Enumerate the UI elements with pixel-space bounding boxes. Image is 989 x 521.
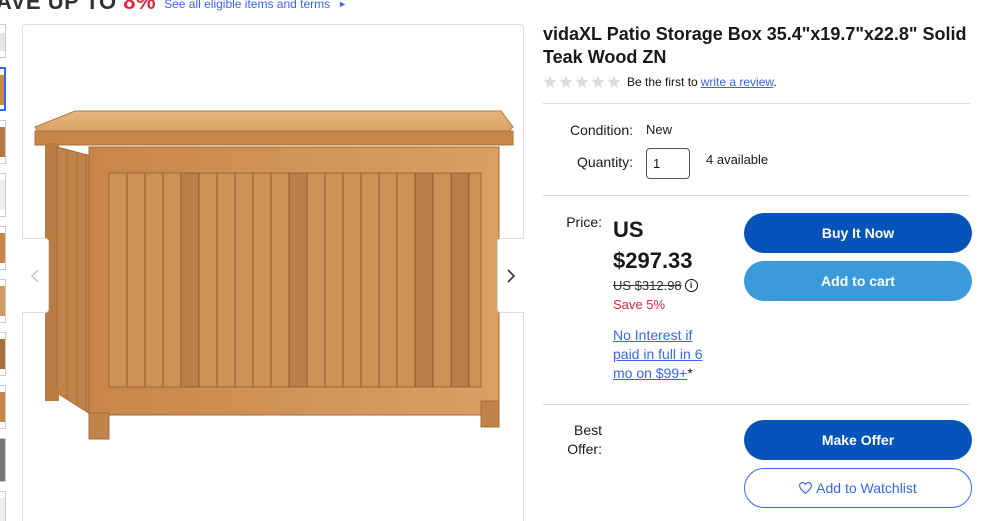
- star-rating: [543, 75, 621, 89]
- finance-offer: No Interest if paid in full in 6 mo on $…: [613, 326, 718, 383]
- main-product-image[interactable]: [22, 24, 524, 521]
- chevron-right-icon: [507, 268, 516, 283]
- thumbnail-selected[interactable]: [0, 67, 6, 111]
- original-price: US $312.98 i: [613, 278, 698, 293]
- write-review-link[interactable]: write a review: [701, 75, 774, 89]
- promo-headline: AVE UP TO 8%: [0, 0, 156, 15]
- promo-terms-link[interactable]: See all eligible items and terms: [164, 0, 330, 11]
- best-offer-label-line2: Offer:: [567, 441, 602, 457]
- original-price-value: US $312.98: [613, 278, 682, 293]
- info-icon[interactable]: i: [684, 279, 698, 292]
- promo-arrow-icon: ►: [338, 0, 348, 9]
- divider: [543, 404, 970, 405]
- chevron-left-icon: [30, 268, 39, 283]
- promo-headline-text: AVE UP TO: [0, 0, 117, 14]
- star-icon: [543, 75, 557, 88]
- thumbnail[interactable]: [0, 385, 6, 429]
- price-label: Price:: [566, 214, 602, 230]
- divider: [543, 103, 970, 104]
- best-offer-label: Best Offer:: [543, 421, 602, 459]
- thumbnail[interactable]: [0, 226, 6, 270]
- thumbnail-strip: [0, 24, 6, 521]
- heart-icon: [799, 482, 813, 494]
- promo-banner: AVE UP TO 8% See all eligible items and …: [0, 0, 348, 15]
- thumbnail[interactable]: [0, 491, 6, 521]
- make-offer-button[interactable]: Make Offer: [744, 420, 972, 460]
- storage-box-illustration: [34, 110, 514, 440]
- add-to-watchlist-button[interactable]: Add to Watchlist: [744, 468, 972, 508]
- previous-image-button[interactable]: [22, 238, 49, 313]
- rating-suffix: .: [773, 75, 777, 89]
- price-value: $297.33: [613, 248, 693, 273]
- thumbnail[interactable]: [0, 332, 6, 376]
- add-to-cart-button[interactable]: Add to cart: [744, 261, 972, 301]
- rating-row: Be the first to write a review.: [543, 75, 777, 89]
- star-icon: [591, 75, 605, 88]
- thumbnail[interactable]: [0, 279, 6, 323]
- finance-offer-mark: *: [687, 365, 693, 381]
- star-icon: [559, 75, 573, 88]
- star-icon: [607, 75, 621, 88]
- next-image-button[interactable]: [497, 238, 524, 313]
- buy-it-now-button[interactable]: Buy It Now: [744, 213, 972, 253]
- thumbnail[interactable]: [0, 438, 6, 482]
- product-title: vidaXL Patio Storage Box 35.4"x19.7"x22.…: [543, 24, 967, 67]
- thumbnail[interactable]: [0, 24, 6, 58]
- thumbnail[interactable]: [0, 173, 6, 217]
- promo-percent: 8%: [123, 0, 157, 14]
- quantity-input[interactable]: [646, 148, 690, 179]
- best-offer-label-line1: Best: [573, 422, 602, 438]
- condition-label: Condition:: [569, 122, 633, 138]
- save-percent: Save 5%: [613, 297, 666, 312]
- rating-prefix: Be the first to: [627, 75, 698, 89]
- quantity-available: 4 available: [706, 152, 769, 167]
- quantity-label: Quantity:: [576, 154, 633, 170]
- price-amount: US $297.33: [613, 214, 723, 276]
- price-currency: US: [613, 217, 644, 242]
- add-to-watchlist-label: Add to Watchlist: [816, 480, 917, 496]
- condition-value: New: [646, 122, 673, 137]
- thumbnail[interactable]: [0, 120, 6, 164]
- divider: [543, 195, 970, 196]
- star-icon: [575, 75, 589, 88]
